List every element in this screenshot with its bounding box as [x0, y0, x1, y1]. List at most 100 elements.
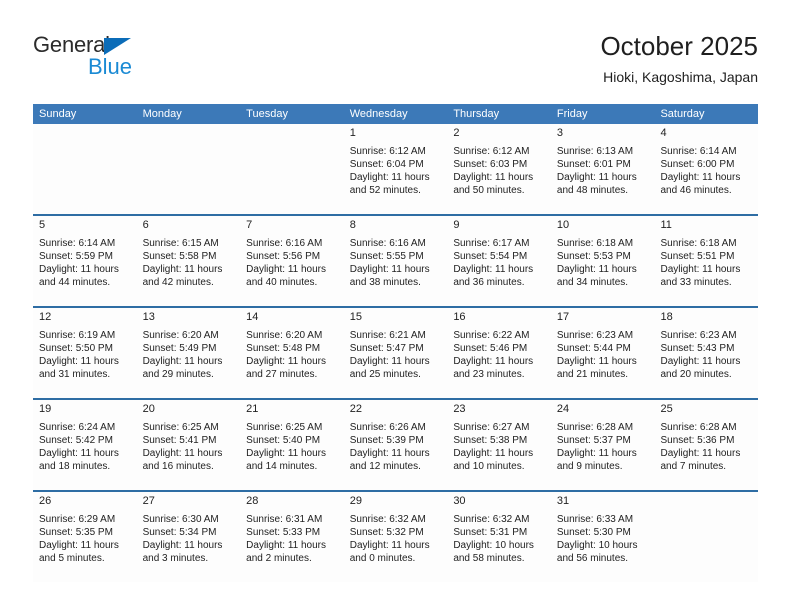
calendar-day-cell[interactable]: 23 Sunrise: 6:27 AM Sunset: 5:38 PM Dayligh…	[447, 400, 551, 490]
day-detail-line: Daylight: 11 hours	[39, 448, 119, 459]
day-detail-line: Sunset: 5:35 PM	[39, 527, 113, 538]
calendar-day-cell[interactable]: 22 Sunrise: 6:26 AM Sunset: 5:39 PM Dayligh…	[344, 400, 448, 490]
day-detail-line: and 7 minutes.	[660, 461, 727, 472]
day-details: Sunrise: 6:31 AM Sunset: 5:33 PM Daylight:…	[246, 513, 338, 565]
calendar-day-cell[interactable]: 25 Sunrise: 6:28 AM Sunset: 5:36 PM Dayligh…	[654, 400, 758, 490]
day-detail-line: and 9 minutes.	[556, 461, 623, 472]
day-number: 17	[556, 311, 570, 323]
day-detail-line: Sunrise: 6:20 AM	[142, 330, 219, 341]
calendar-day-cell[interactable]: 14 Sunrise: 6:20 AM Sunset: 5:48 PM Dayligh…	[240, 308, 344, 398]
calendar-day-cell[interactable]: 10 Sunrise: 6:18 AM Sunset: 5:53 PM Dayligh…	[551, 216, 655, 306]
day-detail-line: Sunrise: 6:12 AM	[453, 146, 530, 157]
day-detail-line: Sunrise: 6:14 AM	[660, 146, 737, 157]
calendar-day-cell[interactable]: 12 Sunrise: 6:19 AM Sunset: 5:50 PM Dayligh…	[33, 308, 137, 398]
day-detail-line: Daylight: 11 hours	[453, 172, 534, 183]
day-detail-line: and 3 minutes.	[142, 553, 209, 564]
day-detail-line: Daylight: 11 hours	[246, 356, 327, 367]
calendar-cell-empty	[654, 492, 758, 582]
day-details: Sunrise: 6:28 AM Sunset: 5:37 PM Daylight:…	[557, 421, 649, 473]
day-detail-line: Sunset: 5:43 PM	[660, 343, 735, 354]
day-detail-line: Daylight: 11 hours	[142, 356, 223, 367]
calendar-cell-empty	[137, 124, 241, 214]
day-detail-line: Sunrise: 6:17 AM	[453, 238, 530, 249]
calendar-page: General Blue October 2025 Hioki, Kagoshi…	[0, 0, 792, 612]
day-detail-line: and 46 minutes.	[660, 185, 732, 196]
day-detail-line: Sunrise: 6:15 AM	[142, 238, 219, 249]
day-number: 8	[349, 219, 356, 231]
calendar-day-cell[interactable]: 9 Sunrise: 6:17 AM Sunset: 5:54 PM Daylight…	[447, 216, 551, 306]
day-detail-line: Sunrise: 6:14 AM	[39, 238, 116, 249]
calendar-day-cell[interactable]: 27 Sunrise: 6:30 AM Sunset: 5:34 PM Dayligh…	[137, 492, 241, 582]
day-detail-line: Daylight: 11 hours	[453, 356, 534, 367]
calendar-day-cell[interactable]: 13 Sunrise: 6:20 AM Sunset: 5:49 PM Dayligh…	[137, 308, 241, 398]
calendar-day-cell[interactable]: 16 Sunrise: 6:22 AM Sunset: 5:46 PM Dayligh…	[447, 308, 551, 398]
day-number: 26	[39, 495, 52, 507]
calendar-day-cell[interactable]: 20 Sunrise: 6:25 AM Sunset: 5:41 PM Dayligh…	[137, 400, 241, 490]
logo-general-blue[interactable]: General Blue	[33, 32, 233, 88]
day-number: 23	[453, 403, 466, 415]
day-detail-line: and 38 minutes.	[349, 277, 421, 288]
day-number: 2	[453, 127, 460, 139]
day-detail-line: and 2 minutes.	[246, 553, 312, 564]
calendar-day-cell[interactable]: 21 Sunrise: 6:25 AM Sunset: 5:40 PM Dayligh…	[240, 400, 344, 490]
calendar-day-cell[interactable]: 30 Sunrise: 6:32 AM Sunset: 5:31 PM Dayligh…	[447, 492, 551, 582]
day-detail-line: and 29 minutes.	[142, 369, 214, 380]
day-details: Sunrise: 6:15 AM Sunset: 5:58 PM Daylight:…	[143, 237, 235, 289]
day-detail-line: Sunrise: 6:26 AM	[349, 422, 426, 433]
calendar-day-cell[interactable]: 2 Sunrise: 6:12 AM Sunset: 6:03 PM Daylight…	[447, 124, 551, 214]
calendar-day-cell[interactable]: 6 Sunrise: 6:15 AM Sunset: 5:58 PM Daylight…	[137, 216, 241, 306]
day-detail-line: Sunrise: 6:20 AM	[246, 330, 323, 341]
day-detail-line: Daylight: 11 hours	[246, 264, 327, 275]
calendar-day-cell[interactable]: 4 Sunrise: 6:14 AM Sunset: 6:00 PM Daylight…	[654, 124, 758, 214]
calendar-day-cell[interactable]: 28 Sunrise: 6:31 AM Sunset: 5:33 PM Dayligh…	[240, 492, 344, 582]
logo-triangle-icon	[104, 38, 131, 55]
day-detail-line: and 5 minutes.	[39, 553, 105, 564]
day-number: 4	[660, 127, 667, 139]
day-details: Sunrise: 6:18 AM Sunset: 5:53 PM Daylight:…	[557, 237, 649, 289]
day-number: 22	[349, 403, 362, 415]
day-detail-line: Daylight: 11 hours	[142, 264, 223, 275]
day-details: Sunrise: 6:23 AM Sunset: 5:43 PM Daylight:…	[660, 329, 752, 381]
calendar-day-cell[interactable]: 31 Sunrise: 6:33 AM Sunset: 5:30 PM Dayligh…	[551, 492, 655, 582]
day-detail-line: Sunrise: 6:22 AM	[453, 330, 530, 341]
day-details: Sunrise: 6:14 AM Sunset: 5:59 PM Daylight:…	[39, 237, 131, 289]
day-detail-line: and 14 minutes.	[246, 461, 318, 472]
day-detail-line: Sunrise: 6:19 AM	[39, 330, 116, 341]
day-detail-line: Sunset: 6:00 PM	[660, 159, 735, 170]
calendar-day-cell[interactable]: 5 Sunrise: 6:14 AM Sunset: 5:59 PM Daylight…	[33, 216, 137, 306]
day-detail-line: Sunset: 5:32 PM	[349, 527, 424, 538]
calendar-week-row: 26 Sunrise: 6:29 AM Sunset: 5:35 PM Dayligh…	[33, 490, 758, 582]
calendar-day-cell[interactable]: 8 Sunrise: 6:16 AM Sunset: 5:55 PM Daylight…	[344, 216, 448, 306]
day-detail-line: and 58 minutes.	[453, 553, 525, 564]
day-detail-line: Sunset: 5:50 PM	[39, 343, 113, 354]
day-detail-line: Sunset: 5:31 PM	[453, 527, 528, 538]
calendar-day-cell[interactable]: 3 Sunrise: 6:13 AM Sunset: 6:01 PM Daylight…	[551, 124, 655, 214]
calendar-day-cell[interactable]: 11 Sunrise: 6:18 AM Sunset: 5:51 PM Dayligh…	[654, 216, 758, 306]
day-detail-line: Daylight: 11 hours	[39, 540, 119, 551]
calendar-week-row: 1 Sunrise: 6:12 AM Sunset: 6:04 PM Daylight…	[33, 124, 758, 214]
calendar-day-cell[interactable]: 29 Sunrise: 6:32 AM Sunset: 5:32 PM Dayligh…	[344, 492, 448, 582]
calendar-day-cell[interactable]: 18 Sunrise: 6:23 AM Sunset: 5:43 PM Dayligh…	[654, 308, 758, 398]
day-detail-line: Sunrise: 6:25 AM	[246, 422, 323, 433]
calendar-week-cells: 1 Sunrise: 6:12 AM Sunset: 6:04 PM Daylight…	[33, 124, 758, 214]
logo-text-blue: Blue	[88, 54, 133, 79]
calendar-day-cell[interactable]: 17 Sunrise: 6:23 AM Sunset: 5:44 PM Dayligh…	[551, 308, 655, 398]
calendar-day-cell[interactable]: 26 Sunrise: 6:29 AM Sunset: 5:35 PM Dayligh…	[33, 492, 137, 582]
day-detail-line: and 52 minutes.	[349, 185, 421, 196]
calendar-day-cell[interactable]: 24 Sunrise: 6:28 AM Sunset: 5:37 PM Dayligh…	[551, 400, 655, 490]
calendar-table: Sunday Monday Tuesday Wednesday Thursday Frid…	[33, 104, 758, 582]
calendar-day-cell[interactable]: 1 Sunrise: 6:12 AM Sunset: 6:04 PM Daylight…	[344, 124, 448, 214]
day-detail-line: and 27 minutes.	[246, 369, 318, 380]
calendar-cell-empty	[240, 124, 344, 214]
day-detail-line: Sunrise: 6:27 AM	[453, 422, 530, 433]
day-number: 15	[349, 311, 362, 323]
calendar-day-cell[interactable]: 19 Sunrise: 6:24 AM Sunset: 5:42 PM Dayligh…	[33, 400, 137, 490]
calendar-day-cell[interactable]: 15 Sunrise: 6:21 AM Sunset: 5:47 PM Dayligh…	[344, 308, 448, 398]
day-detail-line: Sunset: 5:37 PM	[556, 435, 631, 446]
day-detail-line: Daylight: 11 hours	[349, 448, 430, 459]
day-detail-line: Sunset: 5:36 PM	[660, 435, 735, 446]
weekday-header-friday: Friday	[556, 108, 588, 120]
calendar-day-cell[interactable]: 7 Sunrise: 6:16 AM Sunset: 5:56 PM Daylight…	[240, 216, 344, 306]
weekday-header-thursday: Thursday	[453, 108, 500, 120]
day-detail-line: Sunset: 5:58 PM	[142, 251, 217, 262]
